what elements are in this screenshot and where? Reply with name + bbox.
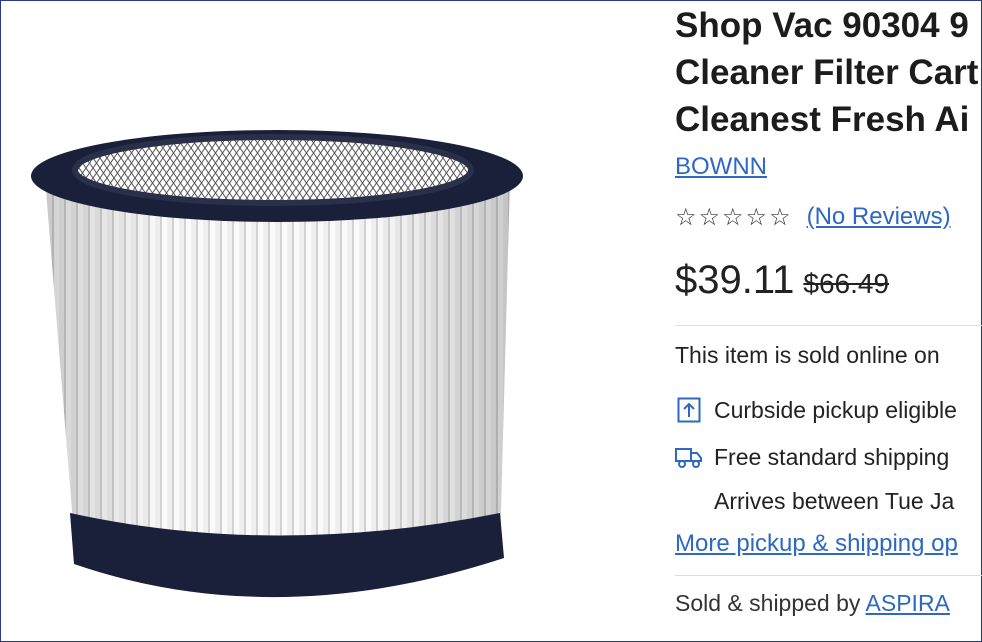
arrival-estimate: Arrives between Tue Ja [714, 488, 955, 514]
seller-link[interactable]: ASPIRA [866, 590, 950, 616]
title-line-2: Cleaner Filter Cart [675, 53, 979, 92]
star-outline-icon: ☆ [722, 203, 744, 231]
curbside-row: Curbside pickup eligible [675, 396, 957, 424]
curbside-label: Curbside pickup eligible [714, 396, 957, 423]
star-outline-icon: ☆ [675, 203, 697, 231]
price-row: $39.11 $66.49 [675, 258, 889, 303]
sold-online-notice: This item is sold online on [675, 342, 940, 368]
original-price: $66.49 [803, 268, 890, 299]
star-outline-icon: ☆ [698, 203, 721, 231]
current-price: $39.11 [675, 258, 795, 302]
title-line-1: Shop Vac 90304 9 [675, 6, 969, 45]
sold-by: Sold & shipped by ASPIRA [675, 590, 950, 617]
star-outline-icon: ☆ [769, 203, 791, 231]
product-title: Shop Vac 90304 9 Cleaner Filter Cart Cle… [675, 2, 982, 143]
more-shipping-options-link[interactable]: More pickup & shipping op [675, 530, 958, 558]
product-image[interactable] [30, 118, 530, 628]
rating-row: ☆ ☆ ☆ ☆ ☆ (No Reviews) [675, 203, 951, 231]
shipping-label: Free standard shipping [714, 443, 950, 470]
reviews-link[interactable]: (No Reviews) [807, 203, 951, 231]
divider [675, 575, 982, 576]
curbside-pickup-icon [675, 396, 703, 424]
product-info-panel: Shop Vac 90304 9 Cleaner Filter Cart Cle… [675, 0, 982, 642]
shipping-row: Free standard shipping [675, 443, 949, 471]
title-line-3: Cleanest Fresh Ai [675, 100, 970, 139]
star-outline-icon: ☆ [745, 203, 768, 231]
star-rating: ☆ ☆ ☆ ☆ ☆ [675, 203, 791, 231]
brand-link[interactable]: BOWNN [675, 153, 767, 181]
divider [675, 325, 982, 326]
shipping-truck-icon [675, 443, 703, 471]
sold-by-label: Sold & shipped by [675, 590, 866, 616]
